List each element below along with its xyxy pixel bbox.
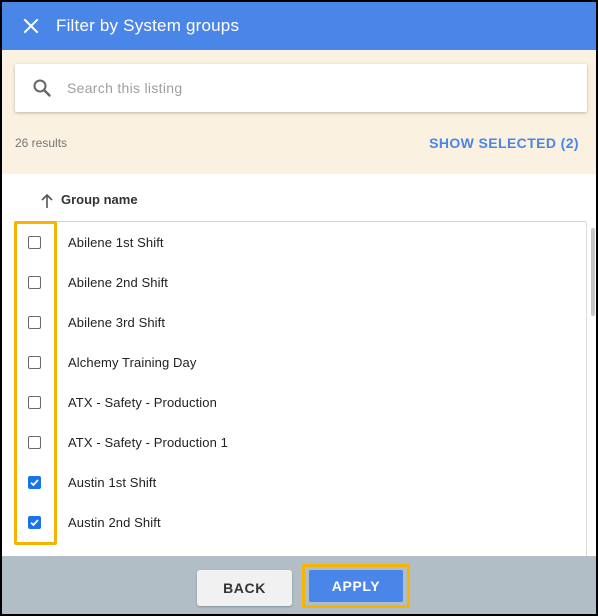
apply-button[interactable]: APPLY — [309, 570, 403, 602]
list-item[interactable]: Abilene 3rd Shift — [2, 302, 586, 342]
checkbox-checked[interactable] — [28, 475, 41, 489]
list-item[interactable]: Abilene 2nd Shift — [2, 262, 586, 302]
dialog-footer: BACK APPLY — [2, 556, 596, 614]
column-label-group-name[interactable]: Group name — [61, 192, 138, 207]
check-icon — [30, 478, 39, 486]
check-icon — [30, 518, 39, 526]
list-item-label: Alchemy Training Day — [68, 354, 197, 370]
apply-highlight: APPLY — [302, 564, 410, 608]
list-item[interactable]: Abilene 1st Shift — [2, 222, 586, 262]
list-item-label: ATX - Safety - Production — [68, 394, 217, 410]
close-icon[interactable] — [19, 14, 43, 38]
scrollbar-thumb[interactable] — [591, 228, 595, 316]
show-selected-link[interactable]: SHOW SELECTED (2) — [429, 135, 579, 151]
results-count: 26 results — [15, 136, 68, 150]
list-item-label: Austin 2nd Shift — [68, 514, 161, 530]
checkbox[interactable] — [28, 275, 41, 289]
arrow-up-icon[interactable] — [40, 193, 54, 209]
group-list: Abilene 1st Shift Abilene 2nd Shift Abilen… — [2, 222, 596, 556]
list-item[interactable]: ATX - Safety - Production 1 — [2, 422, 586, 462]
search-input[interactable] — [65, 79, 549, 97]
list-item[interactable]: Alchemy Training Day — [2, 342, 586, 382]
list-item[interactable]: Austin 2nd Shift — [2, 502, 586, 542]
list-item-label: Abilene 3rd Shift — [68, 314, 166, 330]
filter-area: 26 results SHOW SELECTED (2) — [2, 50, 596, 174]
dialog-title: Filter by System groups — [56, 16, 240, 35]
list-item[interactable]: Austin 1st Shift — [2, 462, 586, 502]
list-item-label: Abilene 1st Shift — [68, 234, 164, 250]
search-box[interactable] — [15, 64, 587, 112]
checkbox[interactable] — [28, 355, 41, 369]
checkbox[interactable] — [28, 435, 41, 449]
list-item-label: Austin 1st Shift — [68, 474, 157, 490]
dialog-header: Filter by System groups — [2, 2, 596, 50]
search-icon — [31, 77, 53, 99]
list-item-label: ATX - Safety - Production 1 — [68, 434, 228, 450]
checkbox[interactable] — [28, 395, 41, 409]
list-item-label: Abilene 2nd Shift — [68, 274, 168, 290]
list-item[interactable]: ATX - Safety - Production — [2, 382, 586, 422]
filter-dialog: Filter by System groups 26 results SHOW … — [2, 2, 596, 614]
checkbox[interactable] — [28, 315, 41, 329]
list-divider — [586, 222, 587, 556]
checkbox-checked[interactable] — [28, 515, 41, 529]
back-button[interactable]: BACK — [197, 570, 292, 606]
checkbox[interactable] — [28, 235, 41, 249]
